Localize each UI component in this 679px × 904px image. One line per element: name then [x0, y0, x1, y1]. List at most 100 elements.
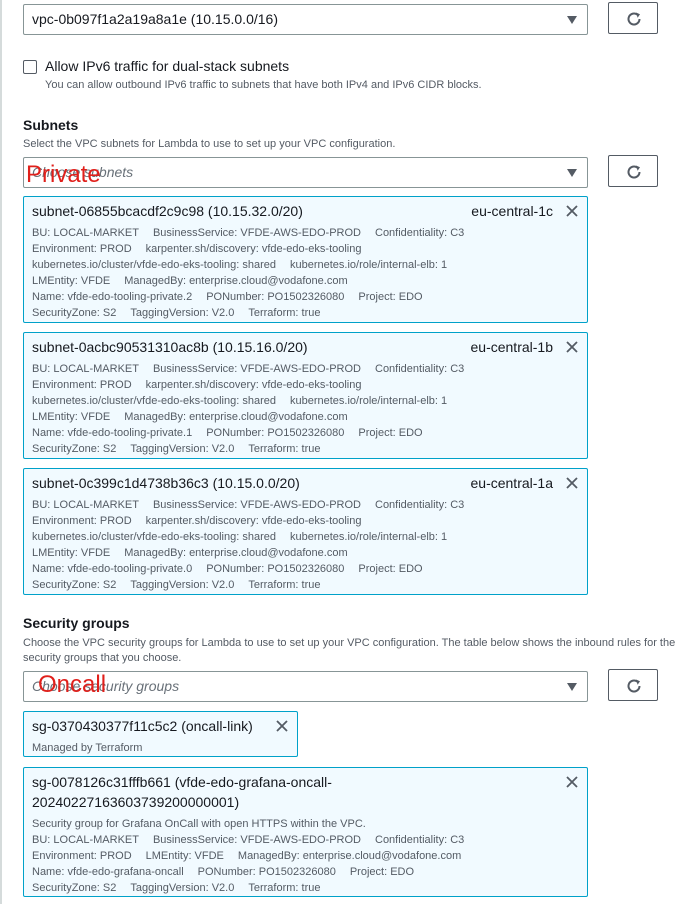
tag-value: BU: LOCAL-MARKET — [32, 499, 139, 511]
tag-value: ManagedBy: enterprise.cloud@vodafone.com — [237, 850, 462, 862]
tag-line: BU: LOCAL-MARKET BusinessService: VFDE-AW… — [32, 225, 579, 241]
tag-value: BusinessService: VFDE-AWS-EDO-PROD — [152, 834, 361, 846]
private-annotation: Private — [26, 161, 101, 188]
tag-value: TaggingVersion: V2.0 — [130, 307, 235, 319]
ipv6-checkbox-label[interactable]: Allow IPv6 traffic for dual-stack subnet… — [45, 58, 289, 74]
tag-value: BU: LOCAL-MARKET — [32, 227, 139, 239]
tag-value: kubernetes.io/cluster/vfde-edo-eks-tooli… — [32, 395, 276, 407]
tag-line: LMEntity: VFDE ManagedBy: enterprise.clou… — [32, 273, 579, 289]
security-group-token-tags: Security group for Grafana OnCall with o… — [32, 816, 579, 896]
tag-value: kubernetes.io/cluster/vfde-edo-eks-tooli… — [32, 531, 276, 543]
ipv6-checkbox[interactable] — [23, 60, 37, 74]
close-icon[interactable] — [565, 775, 579, 789]
tag-value: Environment: PROD — [32, 515, 132, 527]
subnet-token-az: eu-central-1c — [471, 203, 553, 219]
security-group-token-title-cont: 20240227163603739200000001) — [32, 794, 240, 810]
oncall-annotation: Oncall — [38, 671, 107, 698]
tag-line: SecurityZone: S2 TaggingVersion: V2.0 Terr… — [32, 441, 579, 457]
refresh-icon — [627, 12, 641, 26]
subnets-select[interactable]: Choose subnets — [23, 157, 588, 188]
tag-value: BusinessService: VFDE-AWS-EDO-PROD — [152, 227, 361, 239]
tag-line: Security group for Grafana OnCall with o… — [32, 816, 579, 832]
tag-value: Environment: PROD — [32, 243, 132, 255]
subnet-token-tags: BU: LOCAL-MARKET BusinessService: VFDE-AW… — [32, 361, 579, 457]
tag-line: Environment: PROD LMEntity: VFDE ManagedBy… — [32, 848, 579, 864]
tag-value: LMEntity: VFDE — [32, 547, 111, 559]
vpc-select-value: vpc-0b097f1a2a19a8a1e (10.15.0.0/16) — [32, 11, 278, 27]
tag-value: PONumber: PO1502326080 — [206, 291, 345, 303]
subnet-token-3: subnet-0c399c1d4738b36c3 (10.15.0.0/20) … — [23, 468, 588, 595]
subnets-refresh-button[interactable] — [608, 155, 658, 187]
tag-value: Terraform: true — [248, 307, 321, 319]
tag-value: Name: vfde-edo-tooling-private.2 — [32, 291, 193, 303]
tag-line: kubernetes.io/cluster/vfde-edo-eks-tooli… — [32, 257, 579, 273]
tag-value: ManagedBy: enterprise.cloud@vodafone.com — [124, 547, 348, 559]
tag-value: TaggingVersion: V2.0 — [130, 882, 235, 894]
tag-value: Terraform: true — [248, 443, 321, 455]
tag-value: SecurityZone: S2 — [32, 443, 117, 455]
tag-line: LMEntity: VFDE ManagedBy: enterprise.clou… — [32, 545, 579, 561]
security-groups-title: Security groups — [23, 615, 130, 631]
security-groups-select[interactable]: Choose security groups — [23, 671, 588, 702]
close-icon[interactable] — [565, 340, 579, 354]
tag-value: BusinessService: VFDE-AWS-EDO-PROD — [152, 363, 361, 375]
tag-value: Name: vfde-edo-tooling-private.0 — [32, 563, 193, 575]
tag-value: SecurityZone: S2 — [32, 307, 117, 319]
caret-down-icon — [567, 683, 577, 691]
tag-value: PONumber: PO1502326080 — [206, 563, 345, 575]
subnet-token-2: subnet-0acbc90531310ac8b (10.15.16.0/20)… — [23, 332, 588, 459]
vpc-configuration-panel: vpc-0b097f1a2a19a8a1e (10.15.0.0/16) All… — [0, 0, 679, 904]
tag-value: Environment: PROD — [32, 379, 132, 391]
tag-value: Name: vfde-edo-tooling-private.1 — [32, 427, 193, 439]
subnet-token-az: eu-central-1a — [470, 475, 554, 491]
tag-value: Terraform: true — [248, 579, 321, 591]
close-icon[interactable] — [565, 476, 579, 490]
tag-line: Name: vfde-edo-tooling-private.0 PONumber… — [32, 561, 579, 577]
security-group-token-title: sg-0078126c31fffb661 (vfde-edo-grafana-o… — [32, 774, 332, 790]
close-icon[interactable] — [275, 719, 289, 733]
tag-value: ManagedBy: enterprise.cloud@vodafone.com — [124, 411, 348, 423]
tag-value: Terraform: true — [248, 882, 321, 894]
subnet-token-tags: BU: LOCAL-MARKET BusinessService: VFDE-AW… — [32, 225, 579, 321]
vpc-refresh-button[interactable] — [608, 2, 658, 34]
tag-value: karpenter.sh/discovery: vfde-edo-eks-too… — [145, 243, 362, 255]
tag-value: karpenter.sh/discovery: vfde-edo-eks-too… — [145, 515, 362, 527]
vpc-select[interactable]: vpc-0b097f1a2a19a8a1e (10.15.0.0/16) — [23, 4, 588, 35]
security-group-token-2: sg-0078126c31fffb661 (vfde-edo-grafana-o… — [23, 767, 588, 897]
subnets-title: Subnets — [23, 117, 79, 133]
tag-value: Name: vfde-edo-grafana-oncall — [32, 866, 184, 878]
tag-value: PONumber: PO1502326080 — [206, 427, 345, 439]
tag-value: BU: LOCAL-MARKET — [32, 834, 139, 846]
subnet-token-tags: BU: LOCAL-MARKET BusinessService: VFDE-AW… — [32, 497, 579, 593]
tag-value: Project: EDO — [349, 866, 415, 878]
tag-value: Environment: PROD — [32, 850, 132, 862]
tag-value: SecurityZone: S2 — [32, 882, 117, 894]
subnet-token-title: subnet-06855bcacdf2c9c98 (10.15.32.0/20) — [32, 203, 303, 219]
tag-value: Project: EDO — [358, 427, 423, 439]
refresh-icon — [627, 679, 641, 693]
tag-line: BU: LOCAL-MARKET BusinessService: VFDE-AW… — [32, 361, 579, 377]
ipv6-checkbox-description: You can allow outbound IPv6 traffic to s… — [45, 79, 482, 91]
tag-value: kubernetes.io/role/internal-elb: 1 — [289, 531, 448, 543]
tag-value: karpenter.sh/discovery: vfde-edo-eks-too… — [145, 379, 362, 391]
tag-value: BusinessService: VFDE-AWS-EDO-PROD — [152, 499, 361, 511]
tag-value: Confidentiality: C3 — [375, 363, 465, 375]
tag-line: kubernetes.io/cluster/vfde-edo-eks-tooli… — [32, 529, 579, 545]
security-group-token-description: Managed by Terraform — [32, 740, 289, 756]
tag-value: TaggingVersion: V2.0 — [130, 579, 235, 591]
tag-value: Confidentiality: C3 — [375, 227, 465, 239]
tag-line: Name: vfde-edo-tooling-private.2 PONumber… — [32, 289, 579, 305]
tag-line: BU: LOCAL-MARKET BusinessService: VFDE-AW… — [32, 497, 579, 513]
tag-value: kubernetes.io/role/internal-elb: 1 — [289, 259, 448, 271]
tag-line: Name: vfde-edo-grafana-oncall PONumber: P… — [32, 864, 579, 880]
tag-value: TaggingVersion: V2.0 — [130, 443, 235, 455]
close-icon[interactable] — [565, 204, 579, 218]
subnet-token-1: subnet-06855bcacdf2c9c98 (10.15.32.0/20)… — [23, 196, 588, 323]
refresh-icon — [627, 165, 641, 179]
security-groups-refresh-button[interactable] — [608, 669, 658, 701]
tag-value: kubernetes.io/cluster/vfde-edo-eks-tooli… — [32, 259, 276, 271]
tag-value: PONumber: PO1502326080 — [197, 866, 336, 878]
security-group-token-title: sg-0370430377f11c5c2 (oncall-link) — [32, 718, 253, 734]
tag-line: SecurityZone: S2 TaggingVersion: V2.0 Terr… — [32, 305, 579, 321]
tag-line: Managed by Terraform — [32, 740, 289, 756]
